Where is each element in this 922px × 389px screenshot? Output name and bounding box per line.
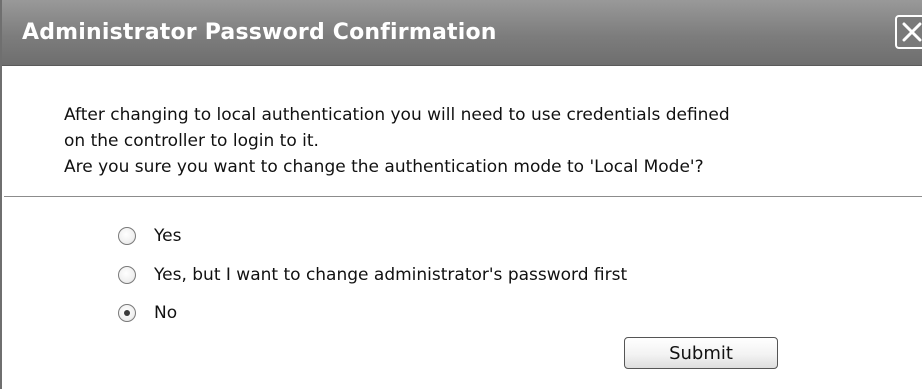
message-line: After changing to local authentication y… [64,105,730,125]
divider [4,196,922,197]
radio-yes-change-password[interactable] [118,266,136,284]
dialog-titlebar: Administrator Password Confirmation [2,0,922,66]
radio-yes[interactable] [118,227,136,245]
option-no[interactable]: No [118,301,177,325]
option-yes[interactable]: Yes [118,224,181,248]
option-label: Yes, but I want to change administrator'… [154,265,628,285]
confirmation-message: After changing to local authentication y… [64,102,884,180]
submit-button[interactable]: Submit [624,337,778,369]
dialog-title: Administrator Password Confirmation [22,20,497,45]
option-label: No [154,303,178,323]
close-button[interactable] [895,15,922,49]
message-line: on the controller to login to it. [64,131,319,151]
close-icon [902,22,922,42]
option-label: Yes [154,226,182,246]
radio-no[interactable] [118,304,136,322]
message-line: Are you sure you want to change the auth… [64,157,704,177]
option-yes-change-password[interactable]: Yes, but I want to change administrator'… [118,263,627,287]
password-confirmation-dialog: Administrator Password Confirmation Afte… [0,0,922,389]
